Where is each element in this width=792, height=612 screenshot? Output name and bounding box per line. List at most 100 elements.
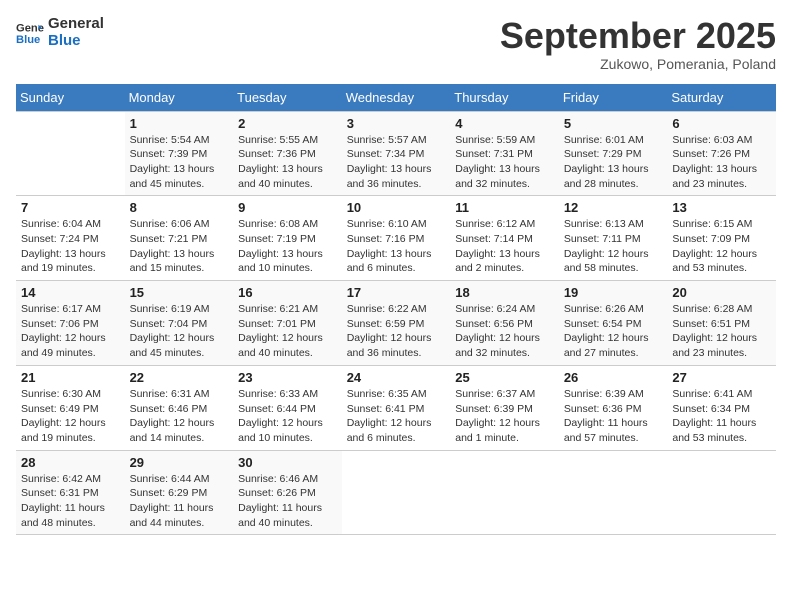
calendar-cell: 10 Sunrise: 6:10 AMSunset: 7:16 PMDayligh… (342, 196, 451, 281)
calendar-cell: 1 Sunrise: 5:54 AMSunset: 7:39 PMDaylight… (125, 111, 234, 196)
day-number: 15 (130, 285, 229, 300)
location-subtitle: Zukowo, Pomerania, Poland (500, 56, 776, 72)
calendar-cell (559, 450, 668, 535)
day-number: 8 (130, 200, 229, 215)
day-number: 5 (564, 116, 663, 131)
calendar-body: 1 Sunrise: 5:54 AMSunset: 7:39 PMDaylight… (16, 111, 776, 535)
week-row-1: 1 Sunrise: 5:54 AMSunset: 7:39 PMDaylight… (16, 111, 776, 196)
day-number: 4 (455, 116, 554, 131)
day-info: Sunrise: 5:57 AMSunset: 7:34 PMDaylight:… (347, 133, 446, 192)
month-title: September 2025 (500, 16, 776, 56)
day-number: 26 (564, 370, 663, 385)
calendar-cell: 29Sunrise: 6:44 AMSunset: 6:29 PMDayligh… (125, 450, 234, 535)
page-header: General Blue General Blue September 2025… (16, 16, 776, 72)
day-number: 18 (455, 285, 554, 300)
calendar-cell: 6 Sunrise: 6:03 AMSunset: 7:26 PMDaylight… (667, 111, 776, 196)
day-info: Sunrise: 6:42 AMSunset: 6:31 PMDaylight:… (21, 472, 120, 531)
day-info: Sunrise: 6:37 AMSunset: 6:39 PMDaylight:… (455, 387, 554, 446)
day-info: Sunrise: 5:55 AMSunset: 7:36 PMDaylight:… (238, 133, 337, 192)
week-row-2: 7 Sunrise: 6:04 AMSunset: 7:24 PMDaylight… (16, 196, 776, 281)
calendar-cell: 5 Sunrise: 6:01 AMSunset: 7:29 PMDaylight… (559, 111, 668, 196)
day-info: Sunrise: 6:15 AMSunset: 7:09 PMDaylight:… (672, 217, 771, 276)
week-row-5: 28 Sunrise: 6:42 AMSunset: 6:31 PMDayligh… (16, 450, 776, 535)
day-info: Sunrise: 6:26 AMSunset: 6:54 PMDaylight:… (564, 302, 663, 361)
day-number: 11 (455, 200, 554, 215)
header-day-friday: Friday (559, 84, 668, 112)
day-info: Sunrise: 6:30 AMSunset: 6:49 PMDaylight:… (21, 387, 120, 446)
day-info: Sunrise: 6:19 AMSunset: 7:04 PMDaylight:… (130, 302, 229, 361)
day-info: Sunrise: 6:21 AMSunset: 7:01 PMDaylight:… (238, 302, 337, 361)
day-number: 7 (21, 200, 120, 215)
calendar-cell: 26 Sunrise: 6:39 AMSunset: 6:36 PMDayligh… (559, 365, 668, 450)
calendar-cell: 23 Sunrise: 6:33 AMSunset: 6:44 PMDayligh… (233, 365, 342, 450)
header-day-tuesday: Tuesday (233, 84, 342, 112)
logo-line1: General (48, 16, 104, 33)
day-number: 20 (672, 285, 771, 300)
day-number: 6 (672, 116, 771, 131)
day-number: 24 (347, 370, 446, 385)
day-number: 21 (21, 370, 120, 385)
day-number: 19 (564, 285, 663, 300)
day-number: 16 (238, 285, 337, 300)
day-info: Sunrise: 6:04 AMSunset: 7:24 PMDaylight:… (21, 217, 120, 276)
title-block: September 2025 Zukowo, Pomerania, Poland (500, 16, 776, 72)
calendar-cell: 19 Sunrise: 6:26 AMSunset: 6:54 PMDayligh… (559, 281, 668, 366)
calendar-cell: 24 Sunrise: 6:35 AMSunset: 6:41 PMDayligh… (342, 365, 451, 450)
calendar-cell: 4Sunrise: 5:59 AMSunset: 7:31 PMDaylight… (450, 111, 559, 196)
day-info: Sunrise: 6:12 AMSunset: 7:14 PMDaylight:… (455, 217, 554, 276)
header-day-sunday: Sunday (16, 84, 125, 112)
day-number: 30 (238, 455, 337, 470)
calendar-cell (450, 450, 559, 535)
day-info: Sunrise: 6:46 AMSunset: 6:26 PMDaylight:… (238, 472, 337, 531)
day-number: 22 (130, 370, 229, 385)
calendar-cell: 16 Sunrise: 6:21 AMSunset: 7:01 PMDayligh… (233, 281, 342, 366)
logo-icon: General Blue (16, 19, 44, 47)
day-number: 2 (238, 116, 337, 131)
day-info: Sunrise: 6:22 AMSunset: 6:59 PMDaylight:… (347, 302, 446, 361)
calendar-cell (16, 111, 125, 196)
day-number: 27 (672, 370, 771, 385)
day-info: Sunrise: 6:17 AMSunset: 7:06 PMDaylight:… (21, 302, 120, 361)
day-number: 9 (238, 200, 337, 215)
day-number: 10 (347, 200, 446, 215)
week-row-4: 21 Sunrise: 6:30 AMSunset: 6:49 PMDayligh… (16, 365, 776, 450)
day-info: Sunrise: 5:54 AMSunset: 7:39 PMDaylight:… (130, 133, 229, 192)
day-info: Sunrise: 6:28 AMSunset: 6:51 PMDaylight:… (672, 302, 771, 361)
day-info: Sunrise: 6:24 AMSunset: 6:56 PMDaylight:… (455, 302, 554, 361)
day-info: Sunrise: 6:08 AMSunset: 7:19 PMDaylight:… (238, 217, 337, 276)
day-info: Sunrise: 6:44 AMSunset: 6:29 PMDaylight:… (130, 472, 229, 531)
calendar-header: SundayMondayTuesdayWednesdayThursdayFrid… (16, 84, 776, 112)
calendar-cell: 8Sunrise: 6:06 AMSunset: 7:21 PMDaylight… (125, 196, 234, 281)
calendar-cell: 25 Sunrise: 6:37 AMSunset: 6:39 PMDayligh… (450, 365, 559, 450)
day-info: Sunrise: 6:13 AMSunset: 7:11 PMDaylight:… (564, 217, 663, 276)
header-day-monday: Monday (125, 84, 234, 112)
calendar-cell: 14Sunrise: 6:17 AMSunset: 7:06 PMDayligh… (16, 281, 125, 366)
day-info: Sunrise: 6:33 AMSunset: 6:44 PMDaylight:… (238, 387, 337, 446)
day-info: Sunrise: 6:03 AMSunset: 7:26 PMDaylight:… (672, 133, 771, 192)
day-info: Sunrise: 6:35 AMSunset: 6:41 PMDaylight:… (347, 387, 446, 446)
calendar-cell (342, 450, 451, 535)
day-number: 12 (564, 200, 663, 215)
calendar-table: SundayMondayTuesdayWednesdayThursdayFrid… (16, 84, 776, 536)
header-day-wednesday: Wednesday (342, 84, 451, 112)
calendar-cell (667, 450, 776, 535)
calendar-cell: 21 Sunrise: 6:30 AMSunset: 6:49 PMDayligh… (16, 365, 125, 450)
day-info: Sunrise: 6:39 AMSunset: 6:36 PMDaylight:… (564, 387, 663, 446)
day-number: 23 (238, 370, 337, 385)
day-number: 28 (21, 455, 120, 470)
calendar-cell: 30 Sunrise: 6:46 AMSunset: 6:26 PMDayligh… (233, 450, 342, 535)
calendar-cell: 3Sunrise: 5:57 AMSunset: 7:34 PMDaylight… (342, 111, 451, 196)
svg-text:Blue: Blue (16, 33, 40, 45)
header-day-saturday: Saturday (667, 84, 776, 112)
calendar-cell: 28 Sunrise: 6:42 AMSunset: 6:31 PMDayligh… (16, 450, 125, 535)
day-info: Sunrise: 6:10 AMSunset: 7:16 PMDaylight:… (347, 217, 446, 276)
day-number: 25 (455, 370, 554, 385)
calendar-cell: 27Sunrise: 6:41 AMSunset: 6:34 PMDayligh… (667, 365, 776, 450)
day-info: Sunrise: 6:31 AMSunset: 6:46 PMDaylight:… (130, 387, 229, 446)
day-number: 1 (130, 116, 229, 131)
day-info: Sunrise: 6:01 AMSunset: 7:29 PMDaylight:… (564, 133, 663, 192)
logo-line2: Blue (48, 33, 104, 50)
calendar-cell: 12 Sunrise: 6:13 AMSunset: 7:11 PMDayligh… (559, 196, 668, 281)
calendar-cell: 22 Sunrise: 6:31 AMSunset: 6:46 PMDayligh… (125, 365, 234, 450)
calendar-cell: 18 Sunrise: 6:24 AMSunset: 6:56 PMDayligh… (450, 281, 559, 366)
